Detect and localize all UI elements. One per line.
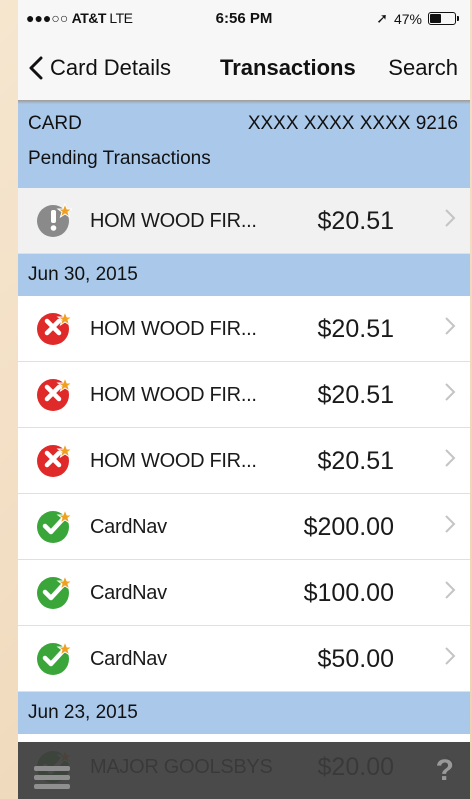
transaction-row[interactable]: CardNav $50.00 bbox=[18, 626, 470, 692]
card-number: XXXX XXXX XXXX 9216 bbox=[247, 112, 458, 134]
merchant-name: HOM WOOD FIR... bbox=[90, 210, 257, 232]
search-button[interactable]: Search bbox=[388, 55, 458, 81]
back-label: Card Details bbox=[50, 55, 172, 80]
chevron-right-icon bbox=[445, 209, 456, 227]
back-button[interactable]: Card Details bbox=[28, 55, 171, 81]
card-label: CARD bbox=[28, 112, 82, 134]
chevron-right-icon bbox=[445, 317, 456, 335]
transaction-row[interactable]: HOM WOOD FIR... $20.51 bbox=[18, 188, 470, 254]
transaction-row[interactable]: CardNav $200.00 bbox=[18, 494, 470, 560]
merchant-name: CardNav bbox=[90, 648, 167, 670]
x-icon bbox=[37, 376, 72, 411]
phone-screen: ●●●○○ AT&T LTE 6:56 PM ➚ 47% Card Detail… bbox=[18, 0, 470, 799]
merchant-name: HOM WOOD FIR... bbox=[90, 384, 257, 406]
transaction-row[interactable]: CardNav $100.00 bbox=[18, 560, 470, 626]
x-icon bbox=[37, 310, 72, 345]
chevron-right-icon bbox=[445, 581, 456, 599]
chevron-left-icon bbox=[29, 56, 43, 80]
chevron-right-icon bbox=[445, 449, 456, 467]
chevron-right-icon bbox=[445, 515, 456, 533]
transaction-amount: $20.51 bbox=[317, 381, 394, 409]
merchant-name: HOM WOOD FIR... bbox=[90, 318, 257, 340]
section-date: Jun 23, 2015 bbox=[28, 702, 138, 723]
hamburger-menu-icon[interactable] bbox=[32, 760, 72, 792]
transaction-amount: $50.00 bbox=[317, 645, 394, 673]
pending-title: Pending Transactions bbox=[28, 148, 211, 169]
card-info-row: CARD XXXX XXXX XXXX 9216 bbox=[18, 101, 470, 146]
checkmark-icon bbox=[37, 640, 72, 675]
location-arrow-icon: ➚ bbox=[376, 10, 388, 26]
chevron-right-icon bbox=[445, 647, 456, 665]
merchant-name: CardNav bbox=[90, 582, 167, 604]
merchant-name: CardNav bbox=[90, 516, 167, 538]
battery-level bbox=[430, 14, 441, 23]
transaction-row[interactable]: HOM WOOD FIR... $20.51 bbox=[18, 362, 470, 428]
transaction-amount: $20.51 bbox=[317, 315, 394, 343]
transaction-amount: $100.00 bbox=[303, 579, 394, 607]
transaction-list: HOM WOOD FIR... $20.51 Jun 30, 2015 HOM WOO… bbox=[18, 188, 470, 799]
question-mark-icon[interactable]: ? bbox=[436, 754, 454, 788]
chevron-right-icon bbox=[445, 383, 456, 401]
bottom-toolbar: ? bbox=[18, 742, 470, 799]
checkmark-icon bbox=[37, 508, 72, 543]
merchant-name: HOM WOOD FIR... bbox=[90, 450, 257, 472]
date-section-header: Jun 23, 2015 bbox=[18, 692, 470, 734]
status-right: ➚ 47% bbox=[376, 10, 459, 27]
pending-header: Pending Transactions bbox=[18, 146, 470, 188]
section-date: Jun 30, 2015 bbox=[28, 264, 138, 285]
transaction-amount: $20.51 bbox=[317, 207, 394, 235]
battery-icon bbox=[428, 12, 459, 25]
status-bar: ●●●○○ AT&T LTE 6:56 PM ➚ 47% bbox=[18, 0, 470, 38]
checkmark-icon bbox=[37, 574, 72, 609]
transaction-amount: $200.00 bbox=[303, 513, 394, 541]
transaction-row[interactable]: HOM WOOD FIR... $20.51 bbox=[18, 296, 470, 362]
page-title: Transactions bbox=[220, 55, 356, 80]
exclamation-icon bbox=[37, 202, 72, 237]
nav-shadow bbox=[18, 100, 470, 104]
card-header: CARD XXXX XXXX XXXX 9216 Pending Transac… bbox=[18, 101, 470, 188]
date-section-header: Jun 30, 2015 bbox=[18, 254, 470, 296]
transaction-row[interactable]: HOM WOOD FIR... $20.51 bbox=[18, 428, 470, 494]
navigation-bar: Card Details Transactions Search bbox=[18, 38, 470, 101]
battery-percent: 47% bbox=[393, 10, 422, 27]
x-icon bbox=[37, 442, 72, 477]
transaction-amount: $20.51 bbox=[317, 447, 394, 475]
